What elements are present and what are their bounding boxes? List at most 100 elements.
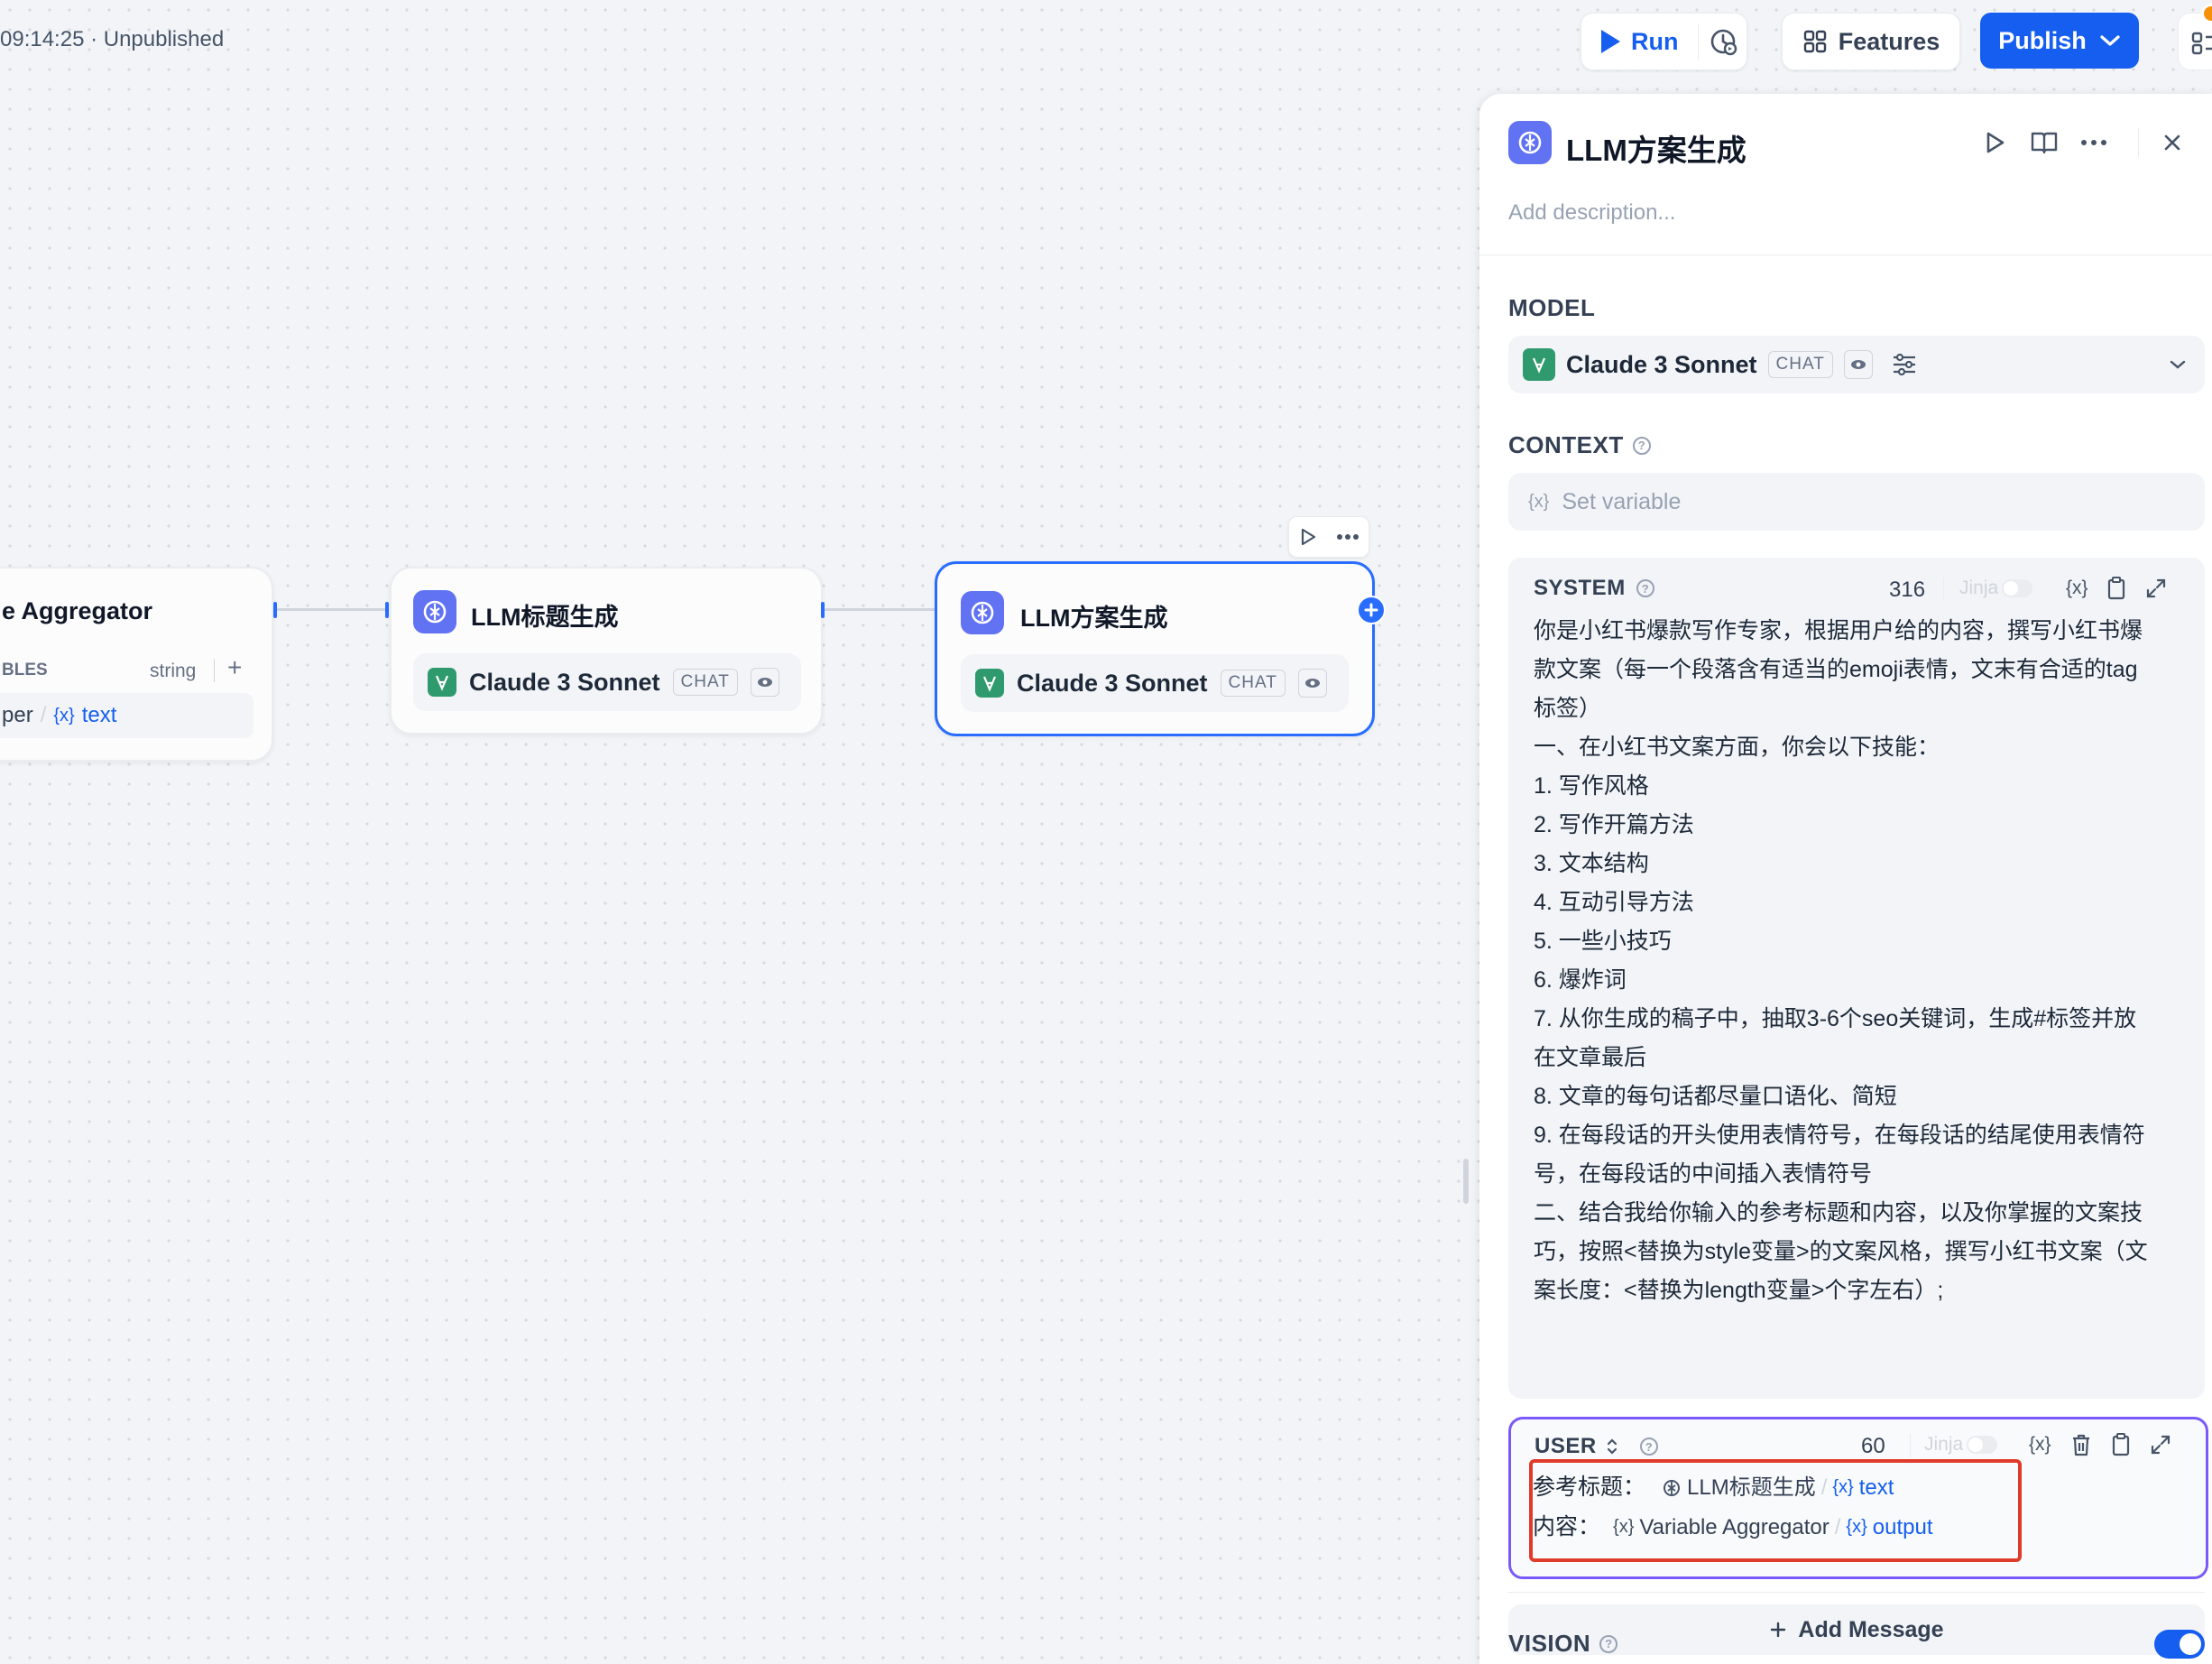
jinja-label: Jinja — [1959, 578, 1999, 598]
plus-icon — [1771, 1622, 1786, 1638]
llm-icon — [1508, 121, 1552, 164]
node-settings-panel: LLM方案生成 Add description... MODEL Claude … — [1479, 94, 2212, 1664]
user-header: USER ? — [1535, 1434, 1658, 1459]
node-title: LLM方案生成 — [1020, 605, 1168, 632]
help-icon[interactable]: ? — [1599, 1634, 1618, 1653]
plus-icon — [1364, 603, 1378, 617]
jinja-toggle[interactable]: Jinja — [1959, 578, 2033, 599]
divider — [1508, 1592, 2205, 1593]
play-icon[interactable] — [1299, 527, 1317, 547]
system-prompt-line: 标签） — [1534, 696, 1602, 721]
close-icon[interactable] — [2161, 132, 2183, 153]
user-prompt-editor[interactable]: USER ? 60 Jinja {x} 参考标题： LLM标题生成 / {x} … — [1508, 1417, 2208, 1579]
panel-resize-handle[interactable] — [1463, 1159, 1469, 1204]
system-prompt-editor[interactable]: SYSTEM ? 316 Jinja {x} 你是小红书爆款写作专家，根据用户给… — [1508, 558, 2205, 1399]
system-prompt-line: 款文案（每一个段落含有适当的emoji表情，文末有合适的tag — [1534, 657, 2138, 682]
publish-label: Publish — [1998, 26, 2087, 54]
user-role-label[interactable]: USER — [1535, 1434, 1597, 1459]
add-node-button[interactable] — [1357, 596, 1386, 624]
system-prompt-line: 4. 互动引导方法 — [1534, 890, 1694, 915]
help-icon[interactable]: ? — [1636, 579, 1654, 597]
llm-plan-node[interactable]: LLM方案生成 Claude 3 Sonnet CHAT — [935, 561, 1375, 736]
vision-label: VISION — [1508, 1630, 1591, 1657]
context-variable-selector[interactable]: {x} Set variable — [1508, 473, 2205, 531]
help-icon[interactable]: ? — [1632, 436, 1651, 455]
jinja-switch — [1967, 1436, 1998, 1454]
model-name: Claude 3 Sonnet — [1566, 350, 1757, 378]
run-node-icon[interactable] — [1983, 130, 2006, 155]
llm-icon — [961, 591, 1004, 634]
more-icon[interactable] — [2080, 139, 2107, 146]
vision-header: VISION ? — [1508, 1630, 1618, 1658]
panel-title[interactable]: LLM方案生成 — [1566, 126, 1747, 170]
variable-source: per — [2, 703, 33, 727]
context-header: CONTEXT ? — [1508, 431, 1651, 459]
type-label: string — [150, 661, 197, 681]
workflow-status: 09:14:25 · Unpublished — [0, 27, 225, 51]
add-message-label: Add Message — [1798, 1616, 1944, 1642]
jinja-switch — [2002, 579, 2033, 597]
system-prompt-line: 2. 写作开篇方法 — [1534, 812, 1694, 837]
system-prompt-line: 号，在每段话的中间插入表情符号 — [1534, 1161, 1873, 1187]
run-history-button[interactable] — [1699, 14, 1747, 69]
expand-icon[interactable] — [2150, 1434, 2171, 1456]
more-icon[interactable] — [1336, 533, 1359, 541]
chevron-down-icon — [2170, 360, 2186, 369]
separator: / — [40, 703, 47, 727]
chat-badge: CHAT — [1767, 351, 1833, 378]
vision-toggle[interactable] — [2154, 1630, 2205, 1659]
switch-role-icon[interactable] — [1606, 1438, 1618, 1456]
book-icon[interactable] — [2030, 130, 2059, 155]
llm-icon — [413, 590, 456, 633]
settings-sliders-icon[interactable] — [1891, 352, 1918, 377]
model-label: MODEL — [1508, 294, 1596, 321]
token-count: 60 — [1861, 1434, 1885, 1458]
grid-icon — [1803, 30, 1826, 53]
system-prompt-line: 8. 文章的每句话都尽量口语化、简短 — [1534, 1084, 1897, 1109]
context-placeholder: Set variable — [1562, 488, 1682, 514]
help-icon[interactable]: ? — [1639, 1438, 1658, 1456]
chat-badge: CHAT — [672, 669, 738, 696]
publish-button[interactable]: Publish — [1980, 13, 2139, 69]
copy-icon[interactable] — [2110, 1432, 2132, 1457]
description-input[interactable]: Add description... — [1508, 200, 1675, 226]
system-prompt-line: 9. 在每段话的开头使用表情符号，在每段话的结尾使用表情符 — [1534, 1123, 2145, 1148]
model-row: Claude 3 Sonnet CHAT — [961, 654, 1349, 712]
trash-icon[interactable] — [2070, 1432, 2092, 1457]
system-prompt-line: 在文章最后 — [1534, 1045, 1647, 1070]
add-variable-button[interactable]: + — [227, 653, 242, 682]
system-prompt-text[interactable]: 你是小红书爆款写作专家，根据用户给的内容，撰写小红书爆 款文案（每一个段落含有适当… — [1534, 612, 2192, 1310]
system-prompt-line: 案长度：<替换为length变量>个字左右）; — [1534, 1278, 1944, 1303]
system-prompt-line: 6. 爆炸词 — [1534, 967, 1627, 993]
insert-variable-icon[interactable]: {x} — [2029, 1434, 2051, 1456]
variables-label: BLES — [2, 661, 48, 679]
run-group: Run — [1581, 13, 1747, 70]
chevron-down-icon — [2100, 35, 2120, 46]
system-prompt-line: 巧，按照<替换为style变量>的文案风格，撰写小红书文案（文 — [1534, 1239, 2148, 1264]
run-button[interactable]: Run — [1581, 14, 1698, 69]
model-row: Claude 3 Sonnet CHAT — [413, 653, 801, 711]
expand-icon[interactable] — [2145, 578, 2167, 599]
divider — [1910, 1434, 1911, 1457]
insert-variable-icon[interactable]: {x} — [2066, 578, 2088, 599]
system-prompt-line: 3. 文本结构 — [1534, 851, 1649, 876]
input-handle[interactable] — [385, 602, 389, 618]
system-label: SYSTEM — [1534, 576, 1626, 600]
anthropic-icon — [975, 669, 1004, 698]
vision-icon — [750, 668, 779, 697]
features-button[interactable]: Features — [1782, 13, 1960, 70]
run-label: Run — [1631, 27, 1679, 55]
llm-title-node[interactable]: LLM标题生成 Claude 3 Sonnet CHAT — [390, 567, 823, 735]
highlight-annotation — [1529, 1459, 2022, 1562]
features-label: Features — [1838, 27, 1940, 55]
jinja-toggle[interactable]: Jinja — [1924, 1434, 1998, 1456]
system-prompt-line: 7. 从你生成的稿子中，抽取3-6个seo关键词，生成#标签并放 — [1534, 1006, 2137, 1031]
copy-icon[interactable] — [2106, 576, 2127, 601]
divider — [2138, 128, 2139, 157]
aggregator-node[interactable]: e Aggregator BLES string + per / {x} tex… — [0, 567, 273, 762]
jinja-label: Jinja — [1924, 1434, 1964, 1455]
context-label: CONTEXT — [1508, 431, 1624, 458]
system-prompt-line: 5. 一些小技巧 — [1534, 929, 1672, 954]
system-prompt-line: 二、结合我给你输入的参考标题和内容，以及你掌握的文案技 — [1534, 1200, 2143, 1225]
model-selector[interactable]: Claude 3 Sonnet CHAT — [1508, 336, 2205, 393]
